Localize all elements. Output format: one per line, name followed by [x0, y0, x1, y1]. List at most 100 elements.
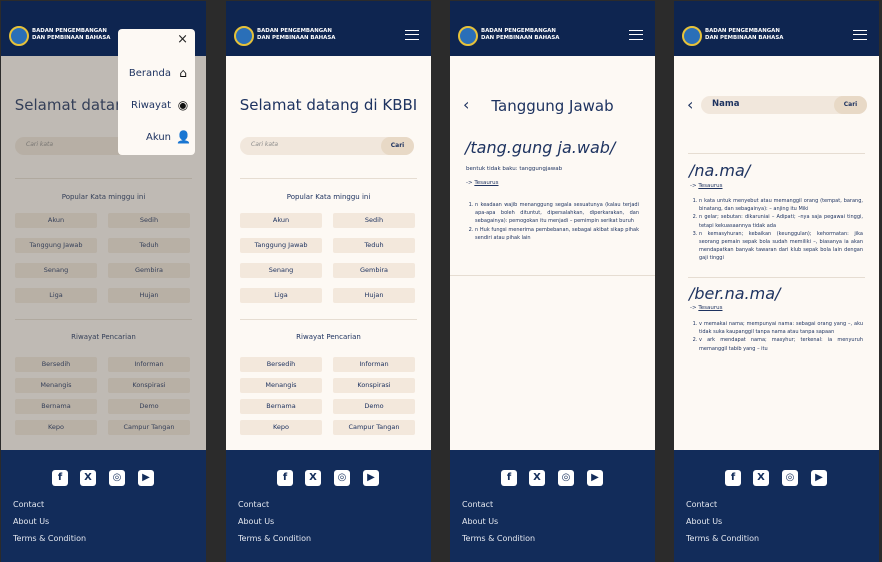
definition-item: n Huk fungsi menerima pembebanan, sebaga…	[475, 226, 639, 242]
contact-link[interactable]: Contact	[462, 500, 493, 509]
popular-word-chip[interactable]: Gembira	[333, 263, 415, 278]
thesaurus-link[interactable]: Tesaurus	[698, 305, 722, 311]
brand-line-2: DAN PEMBINAAN BAHASA	[481, 35, 560, 41]
contact-link[interactable]: Contact	[686, 500, 717, 509]
terms-link[interactable]: Terms & Condition	[462, 534, 535, 543]
popular-word-chip[interactable]: Akun	[240, 213, 322, 228]
x-icon[interactable]: X	[305, 470, 321, 486]
popular-word-chip[interactable]: Sedih	[333, 213, 415, 228]
definition-list: n keadaan wajib menanggung segala sesuat…	[465, 201, 639, 242]
thesaurus-link[interactable]: Tesaurus	[474, 180, 498, 186]
about-us-link[interactable]: About Us	[13, 517, 49, 526]
contact-link[interactable]: Contact	[13, 500, 44, 509]
facebook-icon[interactable]: f	[501, 470, 517, 486]
history-word-chip[interactable]: Konspirasi	[333, 378, 415, 393]
history-word-chip[interactable]: Bernama	[240, 399, 322, 414]
history-word-chip[interactable]: Kepo	[240, 420, 322, 435]
brand-line-1: BADAN PENGEMBANGAN	[257, 28, 332, 34]
nonstandard-form: bentuk tidak baku: tanggungjawab	[466, 166, 563, 172]
hamburger-menu-icon[interactable]	[629, 30, 643, 40]
footer: f X ◎ ▶ Contact About Us Terms & Condition	[1, 450, 206, 562]
menu-item-label: Riwayat	[131, 99, 171, 111]
phonetic: /na.ma/	[689, 161, 751, 180]
x-icon[interactable]: X	[753, 470, 769, 486]
divider	[240, 178, 417, 179]
youtube-icon[interactable]: ▶	[138, 470, 154, 486]
instagram-icon[interactable]: ◎	[558, 470, 574, 486]
youtube-icon[interactable]: ▶	[363, 470, 379, 486]
search-input[interactable]: Nama	[712, 99, 739, 109]
phonetic: /ber.na.ma/	[689, 284, 781, 303]
nav-menu: × Beranda ⌂ Riwayat ◉ Akun 👤	[118, 29, 195, 155]
popular-word-chip[interactable]: Senang	[240, 263, 322, 278]
youtube-icon[interactable]: ▶	[811, 470, 827, 486]
facebook-icon[interactable]: f	[52, 470, 68, 486]
popular-word-chip[interactable]: Tanggung Jawab	[240, 238, 322, 253]
home-icon: ⌂	[179, 66, 187, 80]
popular-word-chip[interactable]: Teduh	[333, 238, 415, 253]
definition-item: v memakai nama; mempunyai nama: sebagai …	[699, 320, 863, 336]
search-input[interactable]: Cari kata	[251, 141, 278, 148]
logo-icon	[234, 26, 254, 46]
x-icon[interactable]: X	[80, 470, 96, 486]
menu-item-beranda[interactable]: Beranda ⌂	[129, 66, 190, 80]
screen-home: BADAN PENGEMBANGAN DAN PEMBINAAN BAHASA f X…	[226, 1, 431, 562]
arrow-text: ->	[690, 305, 697, 311]
header: BADAN PENGEMBANGAN DAN PEMBINAAN BAHASA	[674, 1, 879, 56]
facebook-icon[interactable]: f	[725, 470, 741, 486]
logo-icon	[458, 26, 478, 46]
popular-word-chip[interactable]: Hujan	[333, 288, 415, 303]
definition-list: n kata untuk menyebut atau memanggil ora…	[689, 197, 863, 263]
thesaurus-link-row: -> Tesaurus	[466, 180, 499, 186]
thesaurus-link-row: -> Tesaurus	[690, 305, 723, 311]
search-button[interactable]: Cari	[381, 137, 414, 155]
terms-link[interactable]: Terms & Condition	[238, 534, 311, 543]
phonetic: /tang.gung ja.wab/	[465, 138, 616, 157]
facebook-icon[interactable]: f	[277, 470, 293, 486]
thesaurus-link-row: -> Tesaurus	[690, 183, 723, 189]
instagram-icon[interactable]: ◎	[334, 470, 350, 486]
search-bar[interactable]: Nama Cari	[701, 96, 867, 114]
definition-item: n kemasyhuran; kebaikan (keunggulan); ke…	[699, 230, 863, 263]
menu-item-riwayat[interactable]: Riwayat ◉	[131, 98, 190, 112]
search-bar[interactable]: Cari kata Cari	[240, 137, 414, 155]
screen-home-menu-open: BADAN PENGEMBANGAN DAN PEMBINAAN BAHASA f X…	[1, 1, 206, 562]
youtube-icon[interactable]: ▶	[587, 470, 603, 486]
definition-item: n keadaan wajib menanggung segala sesuat…	[475, 201, 639, 226]
footer: f X ◎ ▶ Contact About Us Terms & Condition	[674, 450, 879, 562]
page-title: Selamat datang di KBBI	[239, 96, 418, 114]
x-icon[interactable]: X	[529, 470, 545, 486]
about-us-link[interactable]: About Us	[462, 517, 498, 526]
contact-link[interactable]: Contact	[238, 500, 269, 509]
about-us-link[interactable]: About Us	[238, 517, 274, 526]
terms-link[interactable]: Terms & Condition	[686, 534, 759, 543]
history-word-chip[interactable]: Campur Tangan	[333, 420, 415, 435]
terms-link[interactable]: Terms & Condition	[13, 534, 86, 543]
brand-name: BADAN PENGEMBANGAN DAN PEMBINAAN BAHASA	[257, 28, 335, 42]
thesaurus-link[interactable]: Tesaurus	[698, 183, 722, 189]
definition-list: v memakai nama; mempunyai nama: sebagai …	[689, 320, 863, 353]
about-us-link[interactable]: About Us	[686, 517, 722, 526]
logo-icon	[682, 26, 702, 46]
hamburger-menu-icon[interactable]	[405, 30, 419, 40]
brand-line-1: BADAN PENGEMBANGAN	[481, 28, 556, 34]
brand-line-1: BADAN PENGEMBANGAN	[705, 28, 780, 34]
history-word-chip[interactable]: Demo	[333, 399, 415, 414]
menu-item-akun[interactable]: Akun 👤	[146, 130, 191, 144]
search-button[interactable]: Cari	[834, 96, 867, 114]
popular-word-chip[interactable]: Liga	[240, 288, 322, 303]
hamburger-menu-icon[interactable]	[853, 30, 867, 40]
divider	[450, 275, 655, 276]
history-word-chip[interactable]: Informan	[333, 357, 415, 372]
instagram-icon[interactable]: ◎	[109, 470, 125, 486]
back-icon[interactable]: ‹	[687, 95, 693, 114]
history-word-chip[interactable]: Menangis	[240, 378, 322, 393]
instagram-icon[interactable]: ◎	[782, 470, 798, 486]
brand-name: BADAN PENGEMBANGAN DAN PEMBINAAN BAHASA	[705, 28, 783, 42]
divider	[688, 277, 865, 278]
history-icon: ◉	[177, 98, 189, 112]
menu-item-label: Beranda	[128, 67, 171, 79]
history-word-chip[interactable]: Bersedih	[240, 357, 322, 372]
menu-item-label: Akun	[146, 131, 171, 143]
close-icon[interactable]: ×	[177, 32, 188, 47]
